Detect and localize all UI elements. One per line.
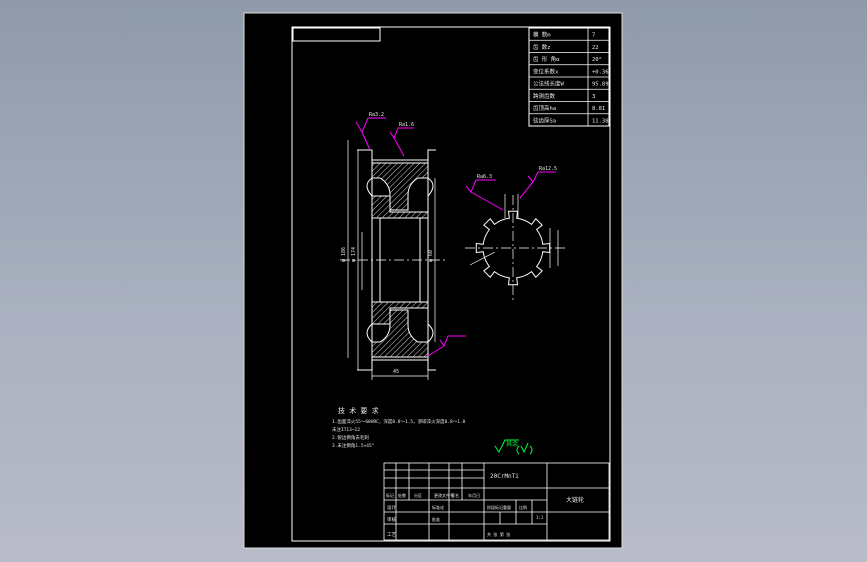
param-value: 7 bbox=[592, 33, 595, 39]
param-value: 11.38 bbox=[592, 118, 609, 124]
param-label: 跨测齿数 bbox=[533, 92, 556, 100]
title-block-header: 签名 bbox=[451, 492, 459, 498]
param-value: 3 bbox=[592, 94, 595, 100]
param-label: 齿 形 角α bbox=[533, 55, 560, 63]
tech-req-line: 2.锐边倒角去毛刺 bbox=[332, 434, 369, 441]
roughness-label-d: Ra12.5 bbox=[539, 166, 557, 172]
dim-outer-diameter: φ 186 bbox=[341, 247, 347, 262]
param-label: 变位系数x bbox=[533, 67, 559, 75]
title-block-role: 审核 bbox=[387, 516, 396, 523]
tech-req-line: 1.齿面淬火55～60HRC，深度0.8～1.5，渗碳淬火深度0.8～1.0 bbox=[332, 418, 466, 425]
title-block-label: 批准 bbox=[432, 516, 440, 522]
drawing-sheet bbox=[243, 12, 623, 549]
roughness-label-a: Ra3.2 bbox=[369, 112, 384, 118]
title-block-header: 标记 bbox=[386, 492, 394, 498]
dim-bore: φ 60 bbox=[428, 250, 434, 262]
param-label: 公法线长度W bbox=[533, 80, 565, 88]
title-block-header: 处数 bbox=[398, 492, 406, 498]
param-label: 齿顶高ha bbox=[533, 104, 556, 112]
param-label: 模 数m bbox=[533, 31, 551, 39]
title-block-label: 标准化 bbox=[432, 504, 444, 510]
tech-req-line: 未注IT13~12 bbox=[332, 426, 360, 433]
param-value: 20° bbox=[592, 57, 602, 63]
title-block-label: 共 张 第 张 bbox=[487, 531, 510, 537]
title-block-header: 分区 bbox=[414, 492, 422, 498]
cad-viewport[interactable]: 模 数m 7 齿 数z 22 齿 形 角α 20° 变位系数x +0.36 公法线长度W 95.8… bbox=[0, 0, 867, 562]
title-block-header: 年月日 bbox=[468, 492, 480, 498]
title-block-label: 比例 bbox=[519, 504, 527, 510]
roughness-label-c: Ra6.3 bbox=[477, 174, 492, 180]
param-value: 95.89 bbox=[592, 82, 609, 88]
roughness-label-b: Ra1.6 bbox=[399, 122, 414, 128]
tech-req-line: 3.未注倒角1.5×45° bbox=[332, 442, 375, 449]
title-block-label: 重量 bbox=[503, 504, 511, 510]
other-roughness-label: 其余 bbox=[506, 440, 518, 448]
param-value: +0.36 bbox=[592, 69, 609, 75]
title-block-label: 阶段标记 bbox=[487, 504, 503, 510]
param-label: 齿 数z bbox=[533, 43, 551, 51]
title-block-role: 工艺 bbox=[387, 532, 396, 538]
scale-text: 1:1 bbox=[536, 515, 544, 520]
param-label: 弦齿厚Sa bbox=[533, 116, 556, 124]
title-block-role: 设计 bbox=[387, 504, 396, 511]
dim-width: 45 bbox=[393, 369, 399, 375]
dim-mid-diameter: φ 174 bbox=[351, 247, 357, 262]
part-name-text: 大链轮 bbox=[566, 496, 584, 504]
param-value: 8.81 bbox=[592, 106, 605, 112]
material-text: 20CrMnTi bbox=[490, 473, 519, 480]
param-value: 22 bbox=[592, 45, 599, 51]
tech-req-title: 技 术 要 求 bbox=[338, 406, 379, 415]
